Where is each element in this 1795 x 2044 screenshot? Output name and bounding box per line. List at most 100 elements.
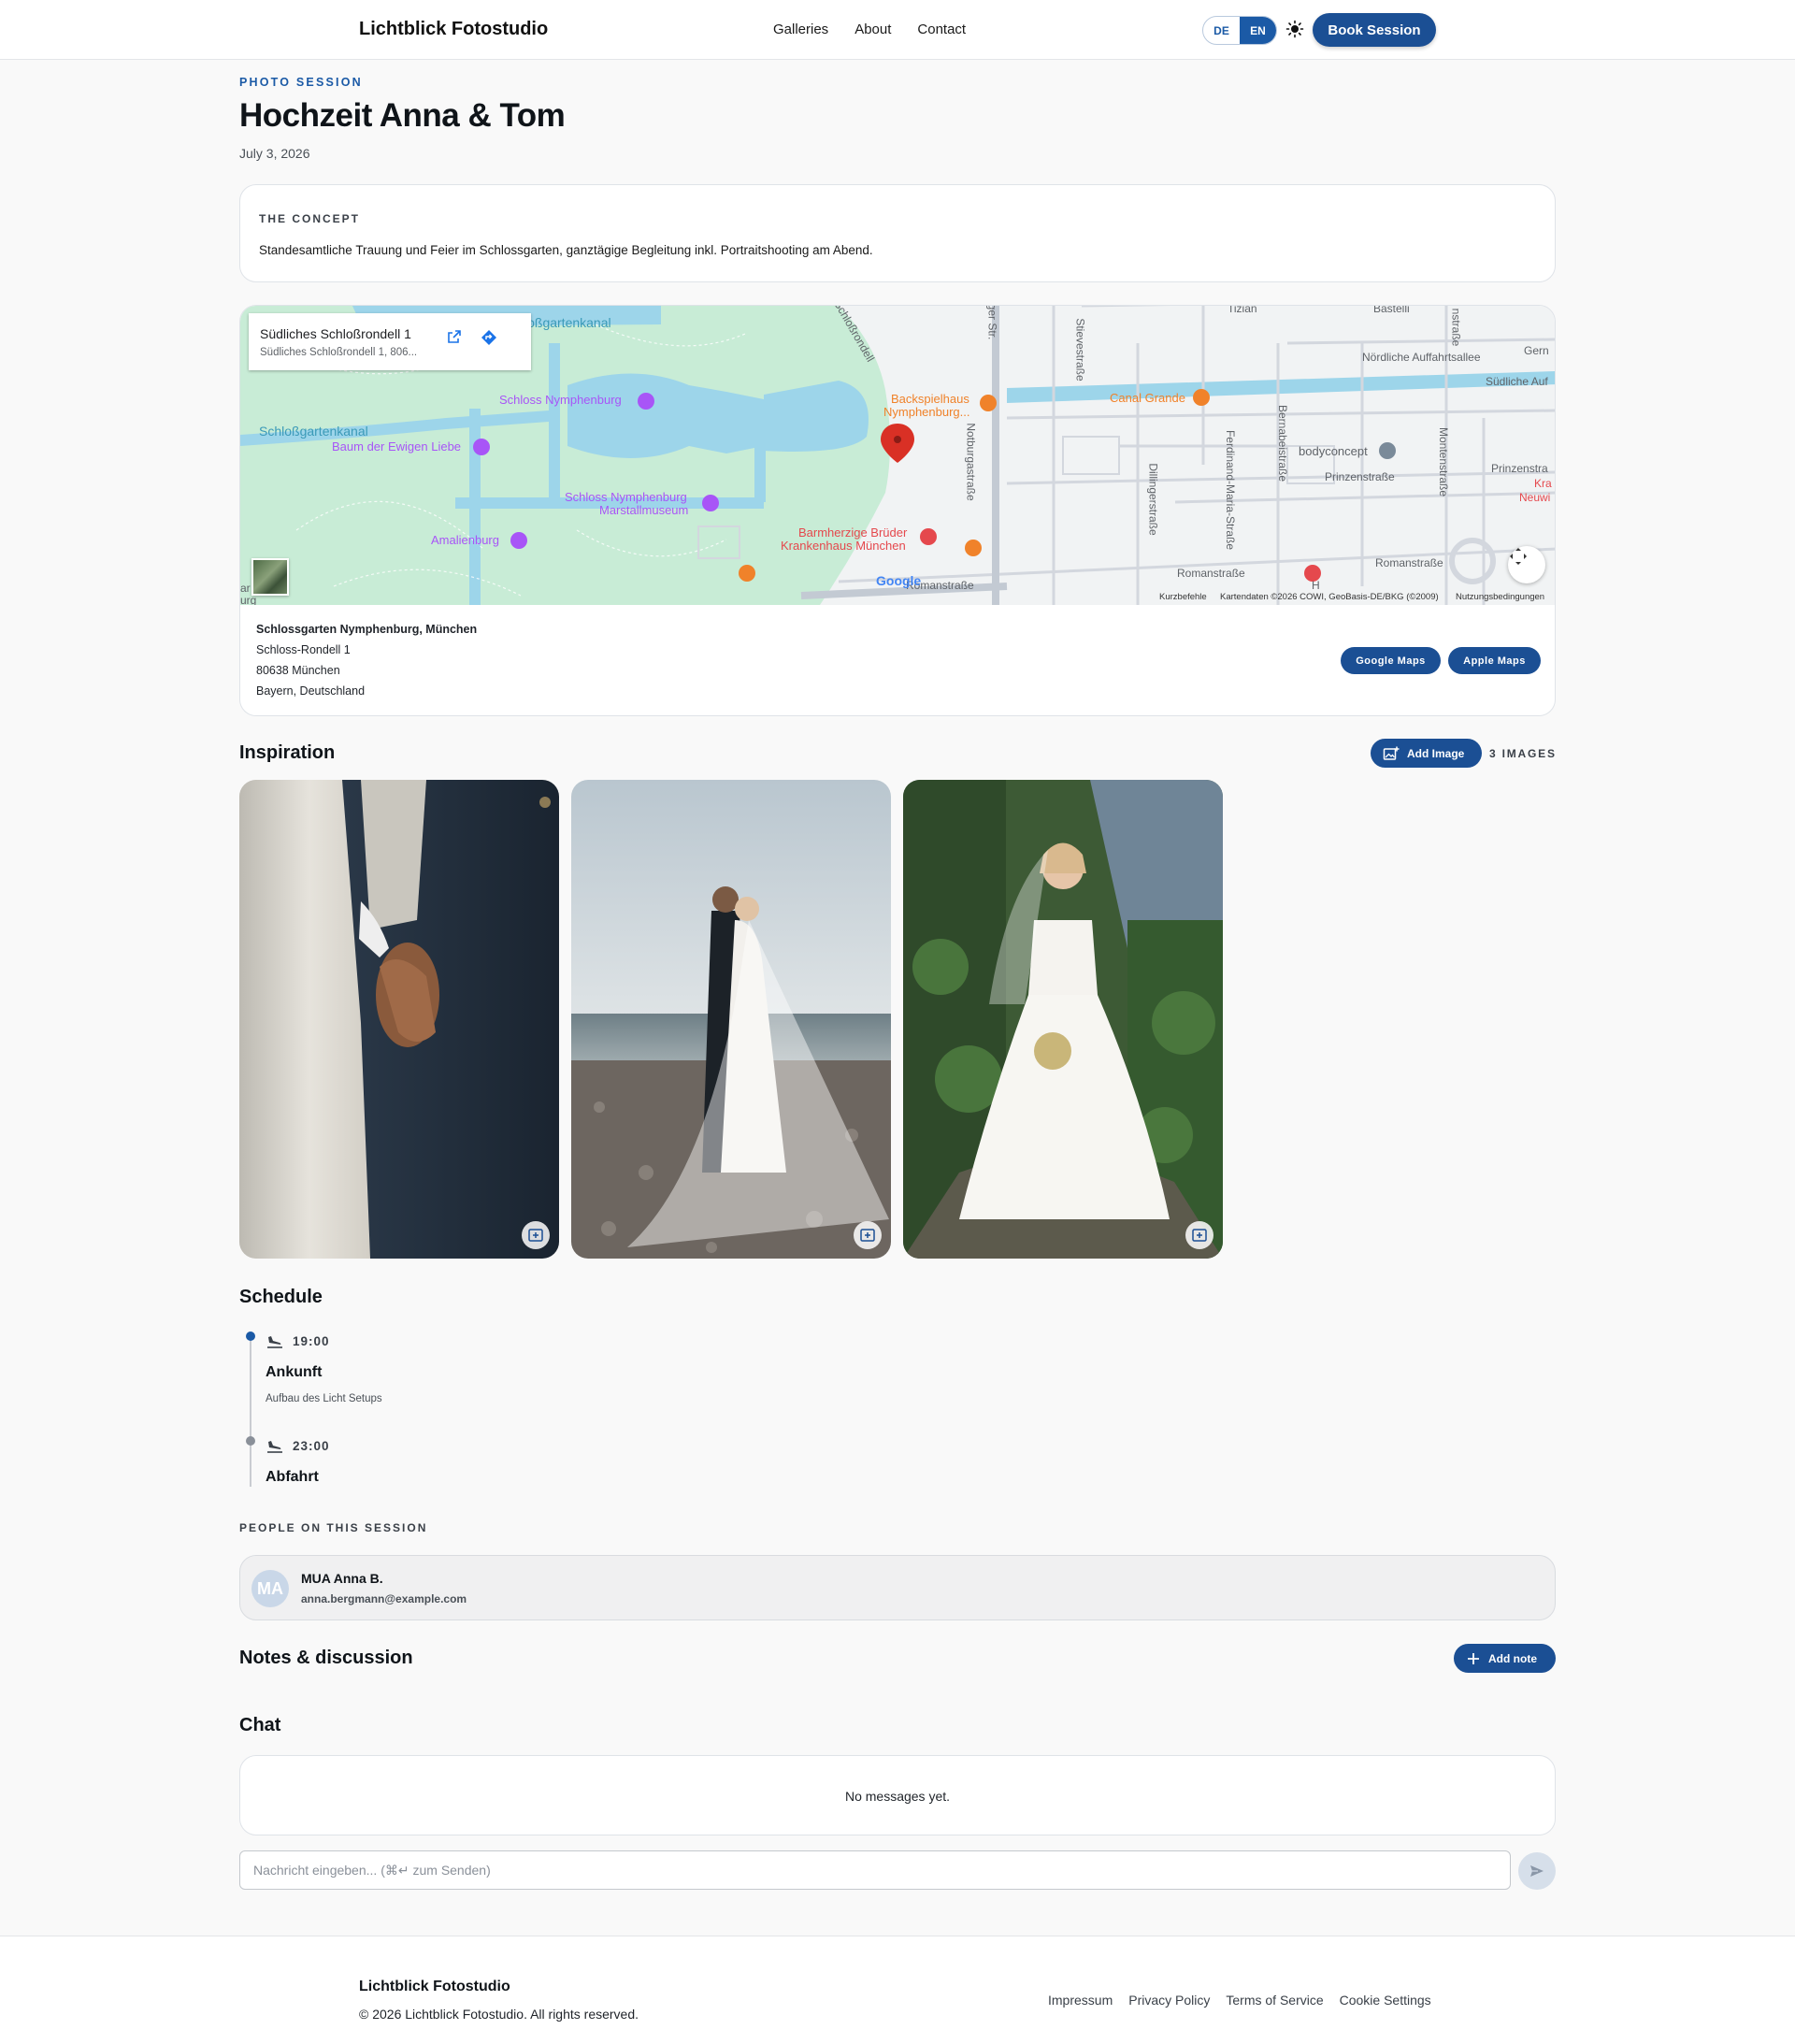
- person-email[interactable]: anna.bergmann@example.com: [301, 1592, 467, 1605]
- expand-image-icon[interactable]: [854, 1221, 882, 1249]
- map-label: Romanstraße: [1375, 556, 1443, 569]
- map-label: Barmherzige Brüder: [798, 525, 908, 540]
- map-data-credit: Kartendaten ©2026 COWI, GeoBasis-DE/BKG …: [1220, 592, 1439, 602]
- map-label: Kra: [1534, 477, 1552, 490]
- timeline-line: [250, 1337, 251, 1487]
- beach-couple-photo: [571, 780, 891, 1259]
- chat-empty-state: No messages yet.: [844, 1789, 951, 1804]
- map-label: Nymphenburg...: [883, 405, 970, 419]
- map-label: Notburgastraße: [964, 423, 978, 501]
- map-label: Backspielhaus: [891, 392, 969, 406]
- map-terms-link[interactable]: Nutzungsbedingungen: [1456, 592, 1544, 602]
- book-session-button[interactable]: Book Session: [1313, 13, 1436, 47]
- map-label: Marstallmuseum: [599, 503, 689, 517]
- map-label: Schloßgartenkanal: [259, 424, 368, 439]
- schedule-item-title: Ankunft: [266, 1364, 323, 1380]
- map-label: Nördliche Auffahrtsallee: [1362, 351, 1481, 364]
- footer-link-privacy[interactable]: Privacy Policy: [1128, 1993, 1210, 2008]
- lang-de[interactable]: DE: [1203, 17, 1240, 44]
- expand-image-icon[interactable]: [1185, 1221, 1213, 1249]
- map-label: Südliche Auf: [1486, 375, 1548, 388]
- map-label: Bernabeistraße: [1276, 404, 1290, 482]
- concept-text: Standesamtliche Trauung und Feier im Sch…: [259, 243, 873, 257]
- map-label: Ferdinand-Maria-Straße: [1224, 429, 1238, 551]
- map-label: Stievestraße: [1073, 318, 1087, 381]
- timeline-dot-active: [246, 1331, 255, 1341]
- directions-icon[interactable]: [481, 329, 505, 353]
- chat-message-input[interactable]: [239, 1850, 1511, 1890]
- map-label: Amalienburg: [431, 533, 499, 547]
- avatar: MA: [251, 1570, 289, 1607]
- inspiration-image[interactable]: [903, 780, 1223, 1259]
- schedule-time: 19:00: [293, 1334, 330, 1348]
- footer-copyright: © 2026 Lichtblick Fotostudio. All rights…: [359, 2007, 639, 2022]
- schedule-time: 23:00: [293, 1439, 330, 1453]
- site-footer: Lichtblick Fotostudio © 2026 Lichtblick …: [0, 1936, 1795, 2044]
- map-label: Romanstraße: [1177, 567, 1245, 580]
- map-label: Tizian: [1228, 306, 1257, 315]
- apple-maps-button[interactable]: Apple Maps: [1448, 647, 1541, 674]
- brand-logo[interactable]: Lichtblick Fotostudio: [359, 19, 548, 40]
- map-label: Montenstraße: [1437, 426, 1451, 497]
- inspiration-image[interactable]: [239, 780, 559, 1259]
- add-note-button[interactable]: Add note: [1454, 1644, 1556, 1673]
- map-label: H: [1312, 579, 1320, 592]
- image-count: 3 IMAGES: [1489, 747, 1557, 760]
- plane-landing-icon: [266, 1439, 284, 1454]
- chat-title: Chat: [239, 1715, 281, 1735]
- wedding-hands-photo: [239, 780, 559, 1259]
- venue-city: 80638 München: [256, 664, 340, 677]
- nav-galleries[interactable]: Galleries: [773, 22, 828, 37]
- location-map[interactable]: loßgartenkanal Schloßgartenkanal Schloss…: [240, 306, 1555, 605]
- venue-name: Schlossgarten Nymphenburg, München: [256, 623, 478, 636]
- footer-link-impressum[interactable]: Impressum: [1048, 1993, 1113, 2008]
- send-icon[interactable]: [1518, 1852, 1556, 1890]
- main-nav: Galleries About Contact: [773, 22, 966, 37]
- footer-link-cookies[interactable]: Cookie Settings: [1340, 1993, 1431, 2008]
- add-image-label: Add Image: [1407, 746, 1465, 760]
- sun-icon[interactable]: [1285, 20, 1304, 38]
- venue-region: Bayern, Deutschland: [256, 684, 366, 698]
- notes-title: Notes & discussion: [239, 1648, 413, 1668]
- nav-contact[interactable]: Contact: [917, 22, 966, 37]
- footer-links: Impressum Privacy Policy Terms of Servic…: [1048, 1993, 1431, 2008]
- concept-card: THE CONCEPT Standesamtliche Trauung und …: [239, 184, 1556, 282]
- map-label: nstraße: [1449, 308, 1463, 347]
- top-navigation-bar: Lichtblick Fotostudio Galleries About Co…: [0, 0, 1795, 60]
- google-logo: Google: [876, 573, 922, 588]
- map-label: Gern: [1524, 344, 1549, 357]
- map-label: ar: [240, 582, 251, 595]
- venue-street: Schloss-Rondell 1: [256, 643, 351, 656]
- schedule-item-title: Abfahrt: [266, 1469, 319, 1485]
- timeline-dot: [246, 1436, 255, 1446]
- map-label: Neuwi: [1519, 491, 1551, 504]
- page-title: Hochzeit Anna & Tom: [239, 97, 566, 134]
- map-place-card: Südliches Schloßrondell 1 Südliches Schl…: [249, 313, 531, 370]
- plane-landing-icon: [266, 1334, 284, 1349]
- inspiration-title: Inspiration: [239, 742, 336, 763]
- map-label: Dillingerstraße: [1146, 463, 1160, 536]
- location-card: loßgartenkanal Schloßgartenkanal Schloss…: [239, 305, 1556, 716]
- map-shortcuts-link[interactable]: Kurzbefehle: [1159, 592, 1207, 602]
- inspiration-image[interactable]: [571, 780, 891, 1259]
- person-card[interactable]: MA MUA Anna B. anna.bergmann@example.com: [239, 1555, 1556, 1620]
- map-label: Canal Grande: [1110, 391, 1185, 405]
- open-external-icon[interactable]: [447, 329, 471, 353]
- expand-image-icon[interactable]: [522, 1221, 550, 1249]
- footer-link-terms[interactable]: Terms of Service: [1226, 1993, 1323, 2008]
- schedule-title: Schedule: [239, 1287, 323, 1307]
- lang-en[interactable]: EN: [1240, 17, 1276, 44]
- chat-messages: No messages yet.: [239, 1755, 1556, 1835]
- map-label: Prinzenstra: [1491, 462, 1548, 475]
- plus-icon: [1468, 1652, 1479, 1664]
- map-label: bodyconcept: [1299, 444, 1368, 458]
- google-maps-button[interactable]: Google Maps: [1341, 647, 1441, 674]
- add-image-button[interactable]: Add Image: [1371, 739, 1482, 768]
- map-label: Prinzenstraße: [1325, 470, 1395, 483]
- nav-about[interactable]: About: [854, 22, 891, 37]
- map-label: loßgartenkanal: [524, 315, 611, 330]
- people-label: PEOPLE ON THIS SESSION: [239, 1521, 428, 1534]
- fullscreen-icon[interactable]: [1508, 546, 1545, 583]
- add-note-label: Add note: [1488, 1651, 1537, 1665]
- map-layer-thumbnail[interactable]: [251, 558, 289, 596]
